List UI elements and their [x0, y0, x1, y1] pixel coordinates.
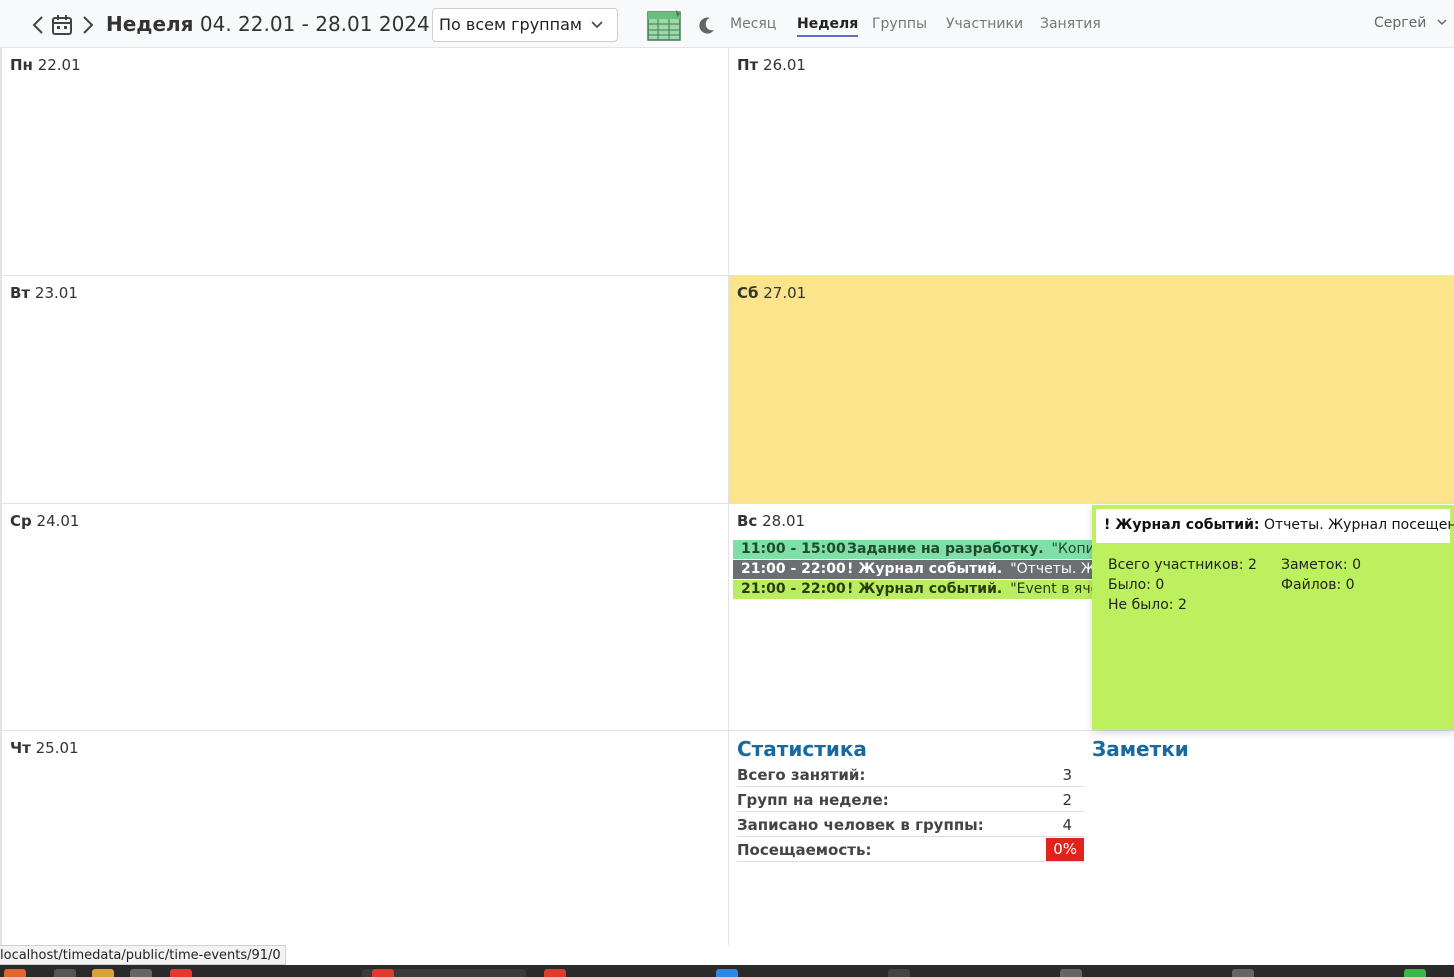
event-item[interactable]: 21:00 - 22:00! Журнал событий. "Event в я…: [733, 580, 1093, 599]
menu-week[interactable]: Неделя: [797, 16, 859, 37]
event-desc: "Event в ячейках: [1010, 581, 1093, 597]
popup-absent: Не было: 2: [1108, 597, 1187, 613]
taskbar-app-icon[interactable]: [130, 969, 152, 977]
day-date: 23.01: [34, 284, 78, 302]
popup-title: ! Журнал событий:: [1104, 517, 1260, 533]
taskbar-app-icon[interactable]: [1404, 969, 1426, 977]
top-bar: Неделя 04. 22.01 - 28.01 2024 По всем гр…: [0, 0, 1454, 48]
day-date: 22.01: [37, 56, 81, 74]
day-date: 27.01: [763, 284, 807, 302]
day-date: 26.01: [763, 56, 806, 74]
popup-subtitle: Отчеты. Журнал посещений: [1263, 517, 1454, 533]
day-label: Сб 27.01: [737, 284, 806, 302]
stats-row: Всего занятий: 3: [737, 762, 1084, 787]
dark-mode-moon-icon[interactable]: [698, 16, 716, 34]
calendar-icon[interactable]: [50, 13, 74, 37]
menu-month[interactable]: Месяц: [730, 16, 776, 32]
taskbar-app-icon[interactable]: [170, 969, 192, 977]
group-filter-value: По всем группам: [439, 15, 582, 34]
stats-value: 4: [1062, 816, 1072, 834]
day-abbr: Чт: [10, 739, 31, 757]
stats-label: Посещаемость:: [737, 841, 872, 859]
popup-attended: Было: 0: [1108, 577, 1165, 593]
day-label: Пт 26.01: [737, 56, 806, 74]
taskbar-app-icon[interactable]: [716, 969, 738, 977]
event-time: 21:00 - 22:00: [741, 561, 846, 577]
day-cell-wed[interactable]: Ср 24.01: [0, 504, 729, 731]
stats-row: Посещаемость: 0%: [737, 837, 1084, 862]
user-menu[interactable]: Сергей: [1374, 15, 1447, 31]
menu-lessons[interactable]: Занятия: [1040, 16, 1101, 32]
day-abbr: Вс: [737, 512, 758, 530]
day-cell-thu[interactable]: Чт 25.01: [0, 731, 729, 945]
prev-week-icon[interactable]: [28, 14, 48, 36]
chevron-down-icon: [591, 21, 603, 29]
week-prefix: Неделя: [106, 12, 194, 36]
stats-value: 2: [1062, 791, 1072, 809]
day-abbr: Пт: [737, 56, 759, 74]
event-name: ! Журнал событий.: [847, 581, 1003, 597]
next-week-icon[interactable]: [78, 14, 98, 36]
event-popup: ! Журнал событий: Отчеты. Журнал посещен…: [1092, 505, 1454, 730]
taskbar-app-icon[interactable]: [1232, 969, 1254, 977]
stats-row: Групп на неделе: 2: [737, 787, 1084, 812]
event-time: 21:00 - 22:00: [741, 581, 846, 597]
taskbar: [0, 965, 1454, 977]
event-item[interactable]: 21:00 - 22:00! Журнал событий. "Отчеты. Ж…: [733, 560, 1093, 579]
day-label: Вт 23.01: [10, 284, 78, 302]
taskbar-app-icon[interactable]: [372, 969, 394, 977]
chevron-down-icon: [1437, 19, 1447, 26]
user-name: Сергей: [1374, 15, 1427, 31]
taskbar-app-icon[interactable]: [888, 969, 910, 977]
popup-header: ! Журнал событий: Отчеты. Журнал посещен…: [1096, 509, 1454, 543]
week-range: 04. 22.01 - 28.01 2024: [199, 12, 430, 36]
group-filter-select[interactable]: По всем группам: [432, 8, 618, 42]
day-date: 24.01: [36, 512, 80, 530]
stats-value: 3: [1062, 766, 1072, 784]
popup-notes-count: Заметок: 0: [1281, 557, 1361, 573]
week-title: Неделя 04. 22.01 - 28.01 2024: [106, 12, 430, 36]
event-desc: "Отчеты. Журнал: [1010, 561, 1093, 577]
day-label: Вс 28.01: [737, 512, 805, 530]
day-cell-fri[interactable]: Пт 26.01: [729, 48, 1454, 276]
day-cell-sat[interactable]: Сб 27.01: [729, 276, 1454, 504]
event-name: ! Журнал событий.: [847, 561, 1003, 577]
stats-label: Всего занятий:: [737, 766, 866, 784]
attendance-badge: 0%: [1046, 838, 1084, 861]
day-abbr: Сб: [737, 284, 759, 302]
taskbar-app-icon[interactable]: [54, 969, 76, 977]
taskbar-app-icon[interactable]: [4, 969, 26, 977]
day-label: Ср 24.01: [10, 512, 79, 530]
taskbar-app-icon[interactable]: [92, 969, 114, 977]
day-label: Пн 22.01: [10, 56, 81, 74]
statistics-table: Всего занятий: 3 Групп на неделе: 2 Записа…: [737, 762, 1084, 862]
taskbar-app-icon[interactable]: [544, 969, 566, 977]
day-cell-mon[interactable]: Пн 22.01: [0, 48, 729, 276]
day-date: 25.01: [35, 739, 79, 757]
event-desc: "Копирован: [1051, 541, 1093, 557]
stats-row: Записано человек в группы: 4: [737, 812, 1084, 837]
day-abbr: Вт: [10, 284, 31, 302]
event-name: Задание на разработку.: [847, 541, 1044, 557]
menu-participants[interactable]: Участники: [946, 16, 1023, 32]
stats-label: Записано человек в группы:: [737, 816, 984, 834]
day-date: 28.01: [762, 512, 806, 530]
statistics-title: Статистика: [737, 737, 867, 761]
notes-title: Заметки: [1092, 737, 1189, 761]
menu-groups[interactable]: Группы: [872, 16, 927, 32]
link-status-bar: localhost/timedata/public/time-events/91…: [0, 945, 286, 965]
day-label: Чт 25.01: [10, 739, 79, 757]
popup-total-participants: Всего участников: 2: [1108, 557, 1257, 573]
stats-label: Групп на неделе:: [737, 791, 889, 809]
day-abbr: Ср: [10, 512, 32, 530]
day-abbr: Пн: [10, 56, 33, 74]
app-logo-icon[interactable]: [646, 8, 682, 42]
taskbar-app-icon[interactable]: [1060, 969, 1082, 977]
popup-files-count: Файлов: 0: [1281, 577, 1355, 593]
event-item[interactable]: 11:00 - 15:00Задание на разработку. "Копи…: [733, 540, 1093, 559]
day-cell-tue[interactable]: Вт 23.01: [0, 276, 729, 504]
event-time: 11:00 - 15:00: [741, 541, 846, 557]
